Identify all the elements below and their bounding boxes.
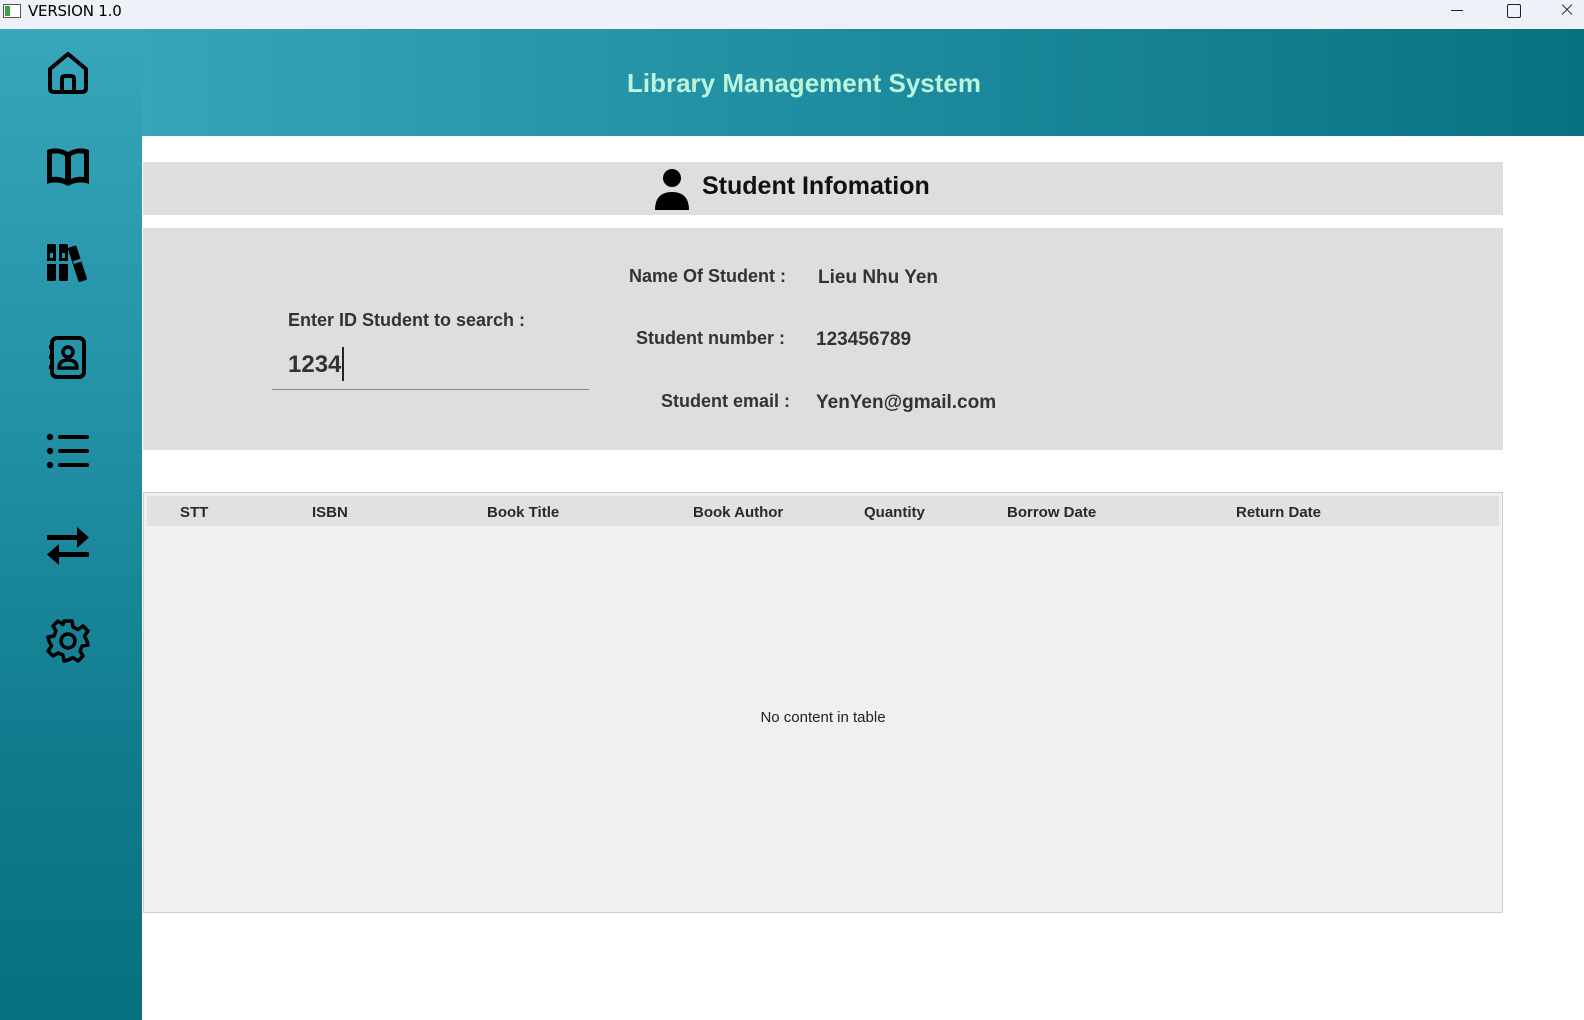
sidebar-item-list[interactable] <box>38 421 98 481</box>
library-icon <box>47 244 87 282</box>
close-button[interactable] <box>1546 0 1584 29</box>
column-header-stt[interactable]: STT <box>180 504 208 521</box>
transfer-icon <box>47 527 89 565</box>
table-header: STT ISBN Book Title Book Author Quantity… <box>147 496 1499 526</box>
sidebar-item-home[interactable] <box>38 43 98 103</box>
column-header-isbn[interactable]: ISBN <box>312 504 348 521</box>
column-header-return-date[interactable]: Return Date <box>1236 504 1321 521</box>
sidebar-item-students[interactable] <box>38 327 98 387</box>
maximize-button[interactable] <box>1490 0 1536 29</box>
text-caret <box>342 347 344 381</box>
borrowed-books-table[interactable]: STT ISBN Book Title Book Author Quantity… <box>143 492 1503 913</box>
student-number-value: 123456789 <box>816 329 912 350</box>
sidebar-item-settings[interactable] <box>38 611 98 671</box>
sidebar-item-books[interactable] <box>38 137 98 197</box>
student-name-label: Name Of Student : <box>629 266 787 286</box>
section-header: Student Infomation <box>143 162 1503 215</box>
sidebar-item-library[interactable] <box>38 232 98 292</box>
person-icon <box>655 169 689 210</box>
student-email-label: Student email : <box>661 391 791 411</box>
book-icon <box>47 148 89 186</box>
header-title: Library Management System <box>626 68 981 98</box>
app-header: Library Management System <box>142 29 1584 136</box>
sidebar <box>0 29 142 1020</box>
title-bar: VERSION 1.0 <box>0 0 1584 29</box>
table-empty-message: No content in table <box>760 709 886 726</box>
student-id-search-input[interactable] <box>272 340 589 390</box>
column-header-book-author[interactable]: Book Author <box>693 504 783 521</box>
app-window: VERSION 1.0 Library Management System St… <box>0 0 1584 1020</box>
minimize-button[interactable] <box>1433 0 1479 29</box>
sidebar-item-transfer[interactable] <box>38 516 98 576</box>
student-number-label: Student number : <box>636 328 785 348</box>
student-name-value: Lieu Nhu Yen <box>818 267 939 288</box>
column-header-book-title[interactable]: Book Title <box>487 504 559 521</box>
window-title: VERSION 1.0 <box>28 2 122 20</box>
section-title: Student Infomation <box>702 172 930 200</box>
list-icon <box>46 433 89 469</box>
student-info-panel: Enter ID Student to search : Name Of Stu… <box>143 228 1503 450</box>
student-email-value: YenYen@gmail.com <box>816 392 997 413</box>
column-header-borrow-date[interactable]: Borrow Date <box>1007 504 1096 521</box>
app-icon <box>3 4 21 18</box>
search-label: Enter ID Student to search : <box>288 310 526 330</box>
column-header-quantity[interactable]: Quantity <box>864 504 925 521</box>
settings-icon <box>46 619 90 663</box>
contacts-icon <box>49 336 86 379</box>
home-icon <box>48 52 88 94</box>
